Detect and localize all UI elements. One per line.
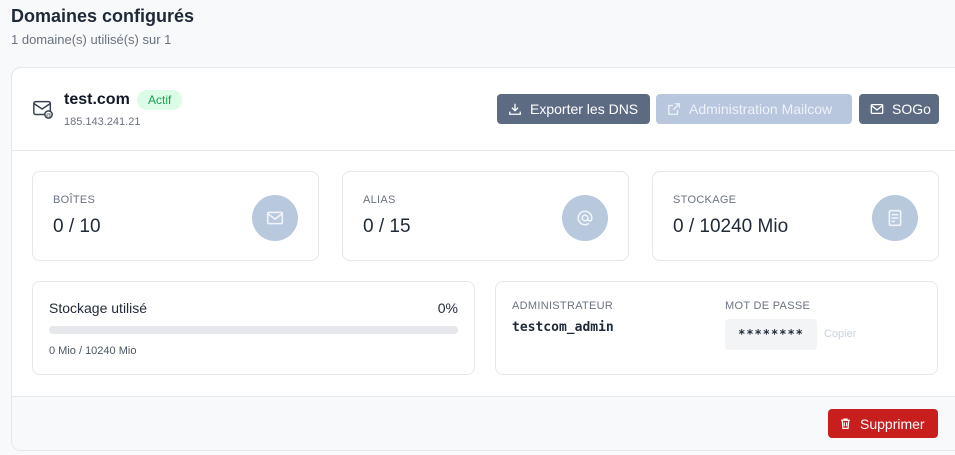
- stat-card-boxes: BOÎTES 0 / 10: [32, 171, 319, 261]
- stat-value: 0 / 10240 Mio: [673, 216, 789, 237]
- stat-label: BOÎTES: [53, 194, 96, 206]
- admin-mailcow-label: Administration Mailcow: [689, 101, 833, 117]
- stat-card-storage: STOCKAGE 0 / 10240 Mio: [652, 171, 939, 261]
- export-dns-label: Exporter les DNS: [530, 101, 639, 117]
- credentials-card: ADMINISTRATEUR MOT DE PASSE testcom_admi…: [495, 281, 938, 375]
- delete-domain-button[interactable]: Supprimer: [828, 409, 938, 438]
- domain-name: test.com: [64, 91, 130, 108]
- download-icon: [509, 103, 521, 115]
- page-subtitle: 1 domaine(s) utilisé(s) sur 1: [11, 32, 172, 47]
- at-icon: [562, 195, 608, 241]
- admin-label: ADMINISTRATEUR: [512, 300, 614, 312]
- domain-card-header: @ test.com Actif 185.143.241.21 Exporter…: [12, 68, 955, 151]
- password-label: MOT DE PASSE: [725, 300, 811, 312]
- external-link-icon: [668, 103, 680, 115]
- svg-text:@: @: [46, 113, 52, 119]
- storage-progress-bar: [49, 326, 458, 334]
- envelope-icon: [870, 103, 884, 115]
- copy-password-button[interactable]: Copier: [824, 328, 856, 340]
- stat-value: 0 / 15: [363, 216, 411, 237]
- storage-icon: [872, 195, 918, 241]
- sogo-label: SOGo: [892, 101, 931, 117]
- delete-label: Supprimer: [860, 415, 925, 432]
- domain-card-footer: Supprimer: [12, 396, 955, 450]
- trash-icon: [841, 418, 850, 429]
- admin-username: testcom_admin: [512, 320, 614, 335]
- storage-usage-title: Stockage utilisé: [49, 300, 148, 316]
- export-dns-button[interactable]: Exporter les DNS: [497, 94, 650, 124]
- stat-label: ALIAS: [363, 194, 396, 206]
- sogo-button[interactable]: SOGo: [859, 94, 939, 124]
- stat-value: 0 / 10: [53, 216, 101, 237]
- status-badge: Actif: [137, 90, 183, 110]
- domain-card: @ test.com Actif 185.143.241.21 Exporter…: [11, 67, 955, 451]
- page-title: Domaines configurés: [11, 6, 195, 26]
- storage-usage-detail: 0 Mio / 10240 Mio: [49, 345, 137, 357]
- storage-usage-card: Stockage utilisé 0% 0 Mio / 10240 Mio: [32, 281, 475, 375]
- mail-at-icon: @: [33, 100, 53, 119]
- storage-usage-percent: 0%: [437, 300, 458, 316]
- stat-card-alias: ALIAS 0 / 15: [342, 171, 629, 261]
- envelope-icon: [252, 195, 298, 241]
- password-field[interactable]: ********: [725, 319, 817, 350]
- stat-label: STOCKAGE: [673, 194, 737, 206]
- domain-ip: 185.143.241.21: [64, 116, 141, 128]
- admin-mailcow-button[interactable]: Administration Mailcow: [656, 94, 852, 124]
